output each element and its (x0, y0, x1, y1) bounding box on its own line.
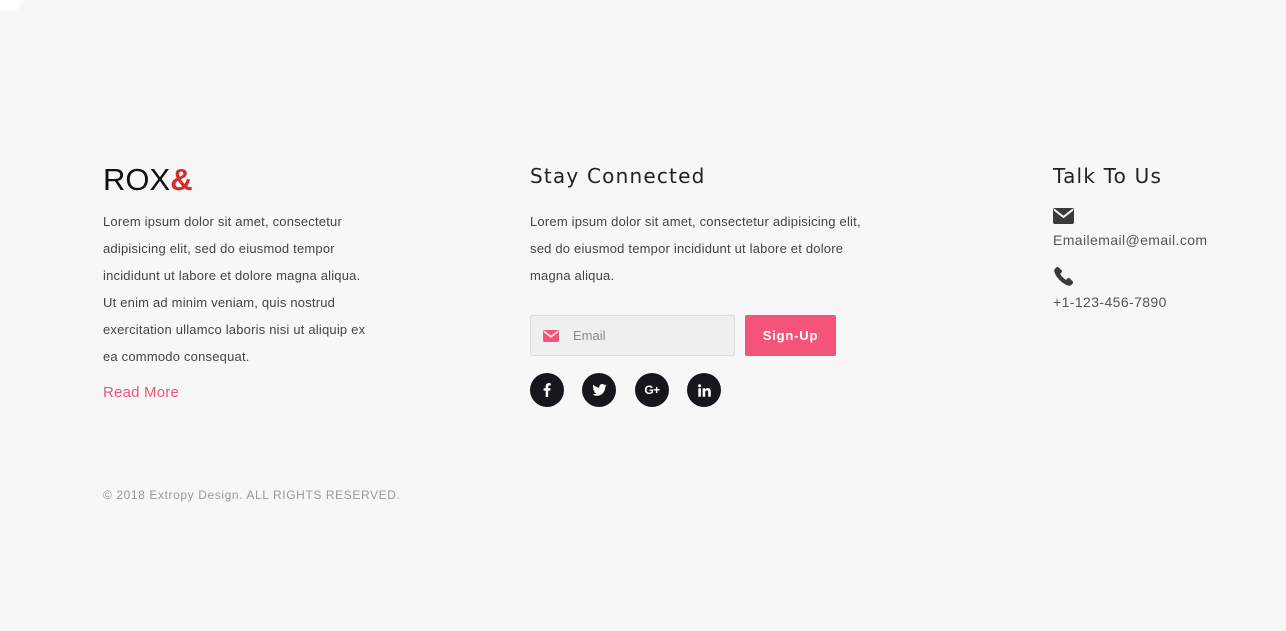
newsletter-form: Sign-Up (530, 315, 870, 356)
contact-email-icon-row (1053, 208, 1273, 226)
facebook-icon (543, 383, 551, 397)
google-plus-icon: G+ (644, 383, 660, 397)
read-more-link[interactable]: Read More (103, 384, 179, 401)
linkedin-button[interactable] (687, 373, 721, 407)
envelope-icon (543, 329, 559, 342)
google-plus-button[interactable]: G+ (635, 373, 669, 407)
talk-title: Talk To Us (1053, 164, 1163, 188)
logo-text: ROX (103, 162, 171, 197)
connect-description: Lorem ipsum dolor sit amet, consectetur … (530, 214, 861, 283)
email-field-wrapper[interactable] (530, 315, 735, 356)
corner-decoration (0, 0, 24, 10)
contact-phone-icon-row (1053, 266, 1273, 288)
about-description: Lorem ipsum dolor sit amet, consectetur … (103, 214, 366, 364)
logo-ampersand: & (170, 162, 193, 197)
twitter-button[interactable] (582, 373, 616, 407)
email-input[interactable] (571, 327, 725, 344)
contact-phone[interactable]: +1-123-456-7890 (1053, 293, 1273, 311)
connect-title: Stay Connected (530, 164, 706, 188)
signup-button[interactable]: Sign-Up (745, 315, 836, 356)
footer-contact-column: Talk To Us Emailemail@email.com +1-123-4… (1053, 163, 1273, 311)
footer-connect-column: Stay Connected Lorem ipsum dolor sit ame… (530, 163, 870, 407)
phone-icon (1053, 266, 1074, 291)
copyright-text: © 2018 Extropy Design. ALL RIGHTS RESERV… (103, 488, 401, 502)
social-links: G+ (530, 373, 870, 407)
footer-about-column: ROX& Lorem ipsum dolor sit amet, consect… (103, 164, 373, 402)
linkedin-icon (697, 383, 711, 397)
twitter-icon (591, 384, 607, 396)
contact-email[interactable]: Emailemail@email.com (1053, 231, 1273, 249)
logo[interactable]: ROX& (103, 164, 373, 196)
facebook-button[interactable] (530, 373, 564, 407)
envelope-icon (1053, 208, 1074, 228)
